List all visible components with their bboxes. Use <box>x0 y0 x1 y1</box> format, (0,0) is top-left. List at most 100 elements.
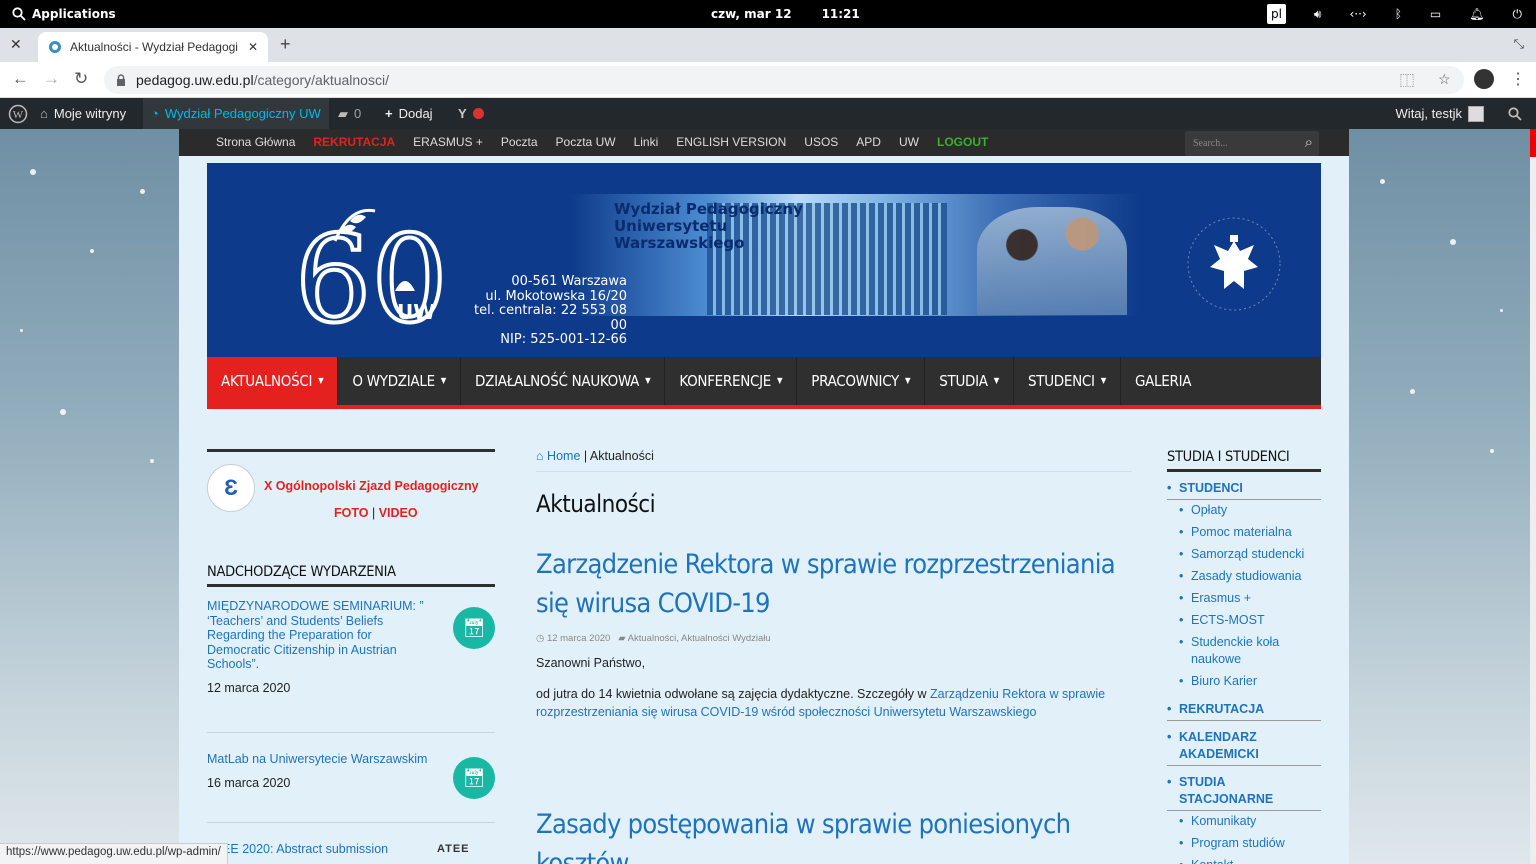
menu-konferencje[interactable]: KONFERENCJE ▼ <box>665 357 798 405</box>
bluetooth-icon[interactable]: ᛒ <box>1395 4 1402 24</box>
menu-link-biuro-karier[interactable]: Biuro Karier <box>1167 671 1321 693</box>
reload-icon[interactable]: ↻ <box>74 69 88 89</box>
applications-menu[interactable]: Applications <box>0 7 116 21</box>
calendar-icon[interactable]: 📅︎ <box>453 757 495 799</box>
lock-icon[interactable] <box>116 74 126 86</box>
menu-galeria[interactable]: GALERIA <box>1121 357 1205 405</box>
wordpress-favicon-icon <box>49 41 61 53</box>
tab-title: Aktualności - Wydział Pedagogi <box>70 40 238 54</box>
topnav-uw[interactable]: UW <box>890 129 928 156</box>
foto-link[interactable]: FOTO <box>334 506 369 520</box>
menu-link-komunikaty[interactable]: Komunikaty <box>1167 811 1321 833</box>
post-body: od jutra do 14 kwietnia odwołane są zaję… <box>536 687 1106 719</box>
atee-logo[interactable]: ATEE <box>437 843 470 855</box>
power-icon[interactable]: ⏻ <box>1513 4 1523 24</box>
network-icon[interactable]: ‹··› <box>1349 4 1366 24</box>
chevron-down-icon: ▼ <box>993 376 1000 385</box>
event-title-link[interactable]: MatLab na Uniwersytecie Warszawskim <box>207 752 437 767</box>
topnav-logout[interactable]: LOGOUT <box>928 129 997 156</box>
zjazd-title-link[interactable]: X Ogólnopolski Zjazd Pedagogiczny <box>264 479 479 493</box>
volume-icon[interactable]: 🔊︎ <box>1314 4 1322 24</box>
menu-dzialalnosc-naukowa[interactable]: DZIAŁALNOŚĆ NAUKOWA ▼ <box>461 357 666 405</box>
topnav-usos[interactable]: USOS <box>795 129 847 156</box>
profile-avatar-icon[interactable] <box>1474 69 1494 89</box>
back-icon[interactable]: ← <box>12 69 29 89</box>
event-title-link[interactable]: ATEE 2020: Abstract submission <box>207 842 437 857</box>
faculty-60-logo: 60 UW <box>295 208 450 331</box>
main-content: ⌂ Home | Aktualności Aktualności Zarządz… <box>536 449 1132 864</box>
keyboard-layout-indicator[interactable]: pl <box>1266 4 1286 24</box>
menu-link-zasady[interactable]: Zasady studiowania <box>1167 566 1321 588</box>
site-search-input[interactable]: Search... ⌕ <box>1185 131 1319 156</box>
breadcrumb-home[interactable]: Home <box>547 449 580 463</box>
close-tab-icon[interactable]: ✕ <box>248 40 258 54</box>
scrollbar-thumb[interactable] <box>1530 129 1536 157</box>
post-title-link[interactable]: Zasady postępowania w sprawie poniesiony… <box>536 805 1132 864</box>
menu-link-kola[interactable]: Studenckie koła naukowe <box>1167 632 1321 671</box>
menu-rekrutacja-link[interactable]: REKRUTACJA <box>1167 697 1321 721</box>
greeting-label: Witaj, testjk <box>1395 106 1462 121</box>
clock[interactable]: czw, mar 12 11:21 <box>711 7 860 21</box>
my-sites-menu[interactable]: ⌂ Moje witryny <box>32 98 134 129</box>
event-title-link[interactable]: MIĘDZYNARODOWE SEMINARIUM: ” ‘Teachers’ … <box>207 599 437 672</box>
video-link[interactable]: VIDEO <box>379 506 418 520</box>
admin-search-icon[interactable] <box>1500 98 1530 129</box>
topnav-poczta[interactable]: Poczta <box>492 129 547 156</box>
address-bar[interactable]: pedagog.uw.edu.pl/category/aktualnosci/ … <box>104 66 1464 94</box>
search-icon[interactable]: ⌕ <box>1305 134 1313 152</box>
header-banner[interactable]: 60 UW Wydział Pedagogiczny Uniwersytetu … <box>207 163 1321 357</box>
close-window-icon[interactable]: ✕ <box>10 36 22 53</box>
menu-o-wydziale[interactable]: O WYDZIALE ▼ <box>338 357 462 405</box>
comments-menu[interactable]: ▰ 0 <box>330 98 369 129</box>
site-name-menu[interactable]: ◔ Wydział Pedagogiczny UW <box>143 98 329 129</box>
plus-icon: + <box>385 106 393 121</box>
account-menu[interactable]: Witaj, testjk <box>1388 98 1492 129</box>
browser-toolbar: ← → ↻ pedagog.uw.edu.pl/category/aktualn… <box>0 62 1536 98</box>
menu-link-erasmus[interactable]: Erasmus + <box>1167 588 1321 610</box>
topnav-home[interactable]: Strona Główna <box>207 129 304 156</box>
university-logo <box>1187 217 1281 311</box>
add-new-menu[interactable]: + Dodaj <box>377 98 441 129</box>
topnav-erasmus[interactable]: ERASMUS + <box>404 129 492 156</box>
main-menu: AKTUALNOŚCI ▼ O WYDZIALE ▼ DZIAŁALNOŚĆ NAU… <box>207 357 1321 409</box>
topnav-apd[interactable]: APD <box>847 129 890 156</box>
page-scrollbar[interactable] <box>1530 129 1536 864</box>
battery-icon[interactable]: ▭ <box>1430 4 1441 24</box>
menu-link-samorzad[interactable]: Samorząd studencki <box>1167 544 1321 566</box>
menu-studenci-link[interactable]: STUDENCI <box>1167 476 1321 500</box>
translate-icon[interactable]: ⿰ <box>1400 71 1414 91</box>
menu-link-pomoc[interactable]: Pomoc materialna <box>1167 522 1321 544</box>
menu-kalendarz-link[interactable]: KALENDARZ AKADEMICKI <box>1167 725 1321 766</box>
browser-menu-icon[interactable]: ⋮ <box>1510 69 1526 89</box>
post-categories[interactable]: Aktualności, Aktualności Wydziału <box>628 633 771 644</box>
forward-icon[interactable]: → <box>43 69 60 89</box>
menu-studia[interactable]: STUDIA ▼ <box>925 357 1014 405</box>
zjazd-logo[interactable]: Ɛ <box>207 464 255 512</box>
yoast-seo-menu[interactable]: Y <box>450 98 492 129</box>
notifications-icon[interactable]: 🔔︎ <box>1469 4 1484 24</box>
applications-label: Applications <box>32 7 116 21</box>
chevron-down-icon: ▼ <box>905 376 911 385</box>
wordpress-logo-icon[interactable]: W <box>0 98 36 129</box>
page-viewport[interactable]: Strona Główna REKRUTACJA ERASMUS + Poczt… <box>0 129 1530 864</box>
post-title-link[interactable]: Zarządzenie Rektora w sprawie rozprzestr… <box>536 545 1132 623</box>
menu-link-oplaty[interactable]: Opłaty <box>1167 500 1321 522</box>
menu-link-kontakt[interactable]: Kontakt <box>1167 855 1321 864</box>
topnav-english[interactable]: ENGLISH VERSION <box>667 129 795 156</box>
menu-link-ects[interactable]: ECTS-MOST <box>1167 610 1321 632</box>
menu-aktualnosci[interactable]: AKTUALNOŚCI ▼ <box>207 357 339 405</box>
browser-tab-active[interactable]: Aktualności - Wydział Pedagogi ✕ <box>38 32 268 62</box>
menu-studenci[interactable]: STUDENCI ▼ <box>1014 357 1121 405</box>
menu-studia-stacjonarne-link[interactable]: STUDIA STACJONARNE <box>1167 770 1321 811</box>
event-item: ATEE 2020: Abstract submission 2020 ATEE <box>207 823 495 864</box>
topnav-rekrutacja[interactable]: REKRUTACJA <box>304 129 404 156</box>
topnav-poczta-uw[interactable]: Poczta UW <box>547 129 625 156</box>
menu-pracownicy[interactable]: PRACOWNICY ▼ <box>797 357 926 405</box>
bookmark-star-icon[interactable]: ☆ <box>1438 71 1451 88</box>
calendar-icon[interactable]: 📅︎ <box>453 607 495 649</box>
faculty-title: Wydział Pedagogiczny Uniwersytetu Warsza… <box>614 200 803 252</box>
restore-window-icon[interactable]: ⤡ <box>1514 36 1524 52</box>
topnav-linki[interactable]: Linki <box>625 129 668 156</box>
menu-link-program[interactable]: Program studiów <box>1167 833 1321 855</box>
new-tab-icon[interactable]: + <box>280 34 291 55</box>
